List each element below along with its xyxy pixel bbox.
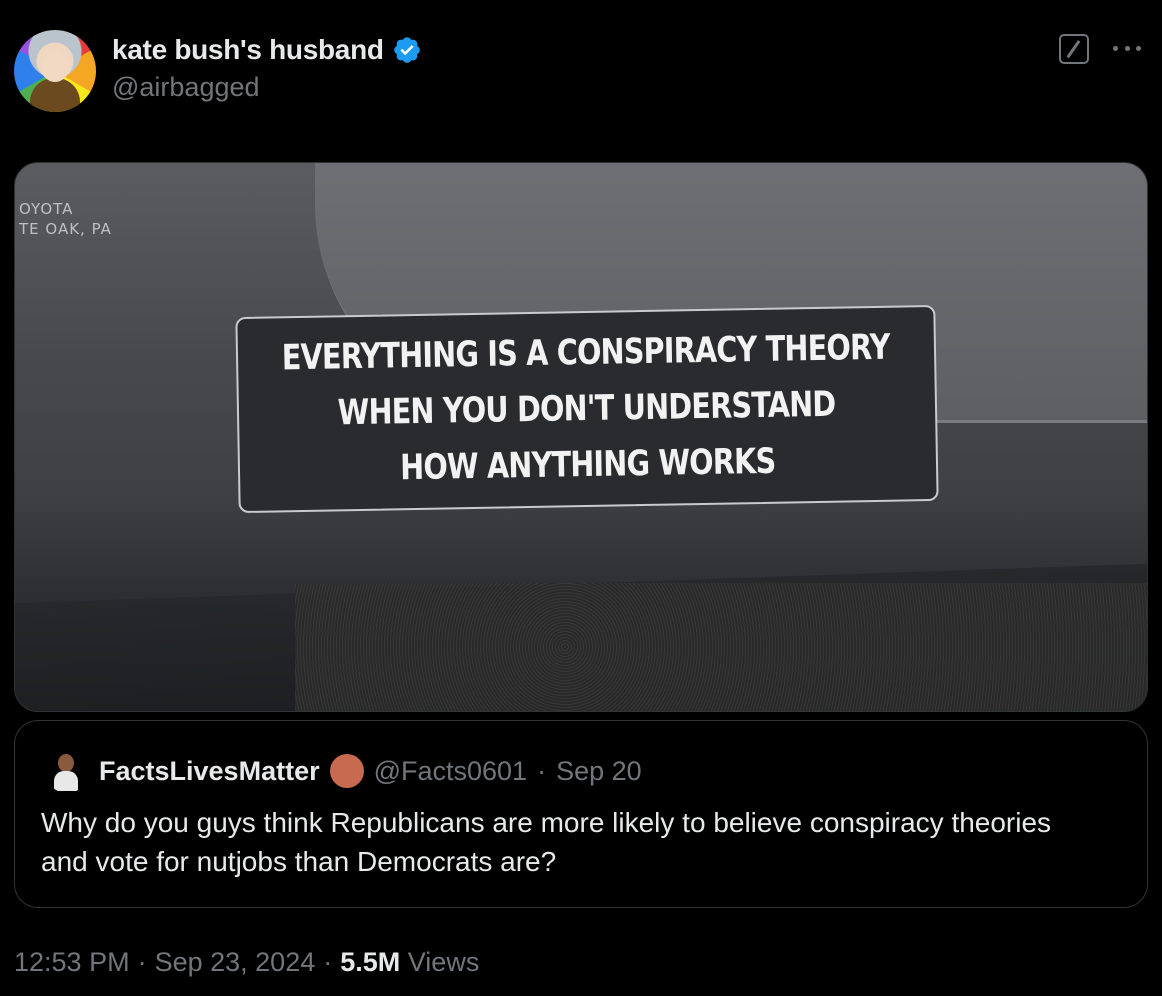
author-display-name[interactable]: kate bush's husband bbox=[112, 34, 384, 66]
quoted-separator: · bbox=[537, 755, 547, 786]
dealer-plate-text: OYOTA TE OAK, PA bbox=[19, 199, 112, 239]
grok-icon[interactable] bbox=[1059, 34, 1089, 64]
views-count: 5.5M bbox=[340, 946, 401, 977]
more-dot bbox=[1113, 45, 1118, 51]
quoted-author-avatar bbox=[45, 749, 89, 793]
quoted-post-header: FactsLivesMatter @Facts0601 · Sep 20 bbox=[45, 749, 642, 793]
quoted-author-handle: @Facts0601 bbox=[373, 755, 528, 786]
more-icon[interactable] bbox=[1109, 36, 1145, 60]
views-label: Views bbox=[407, 946, 480, 977]
more-dot bbox=[1124, 45, 1130, 51]
post-meta: 12:53 PM · Sep 23, 2024 · 5.5M Views bbox=[14, 942, 479, 982]
meta-separator: · bbox=[137, 946, 147, 977]
post-media-image[interactable]: OYOTA TE OAK, PA EVERYTHING IS A CONSPIR… bbox=[14, 162, 1148, 712]
avatar-face bbox=[41, 52, 69, 82]
sticker-line: WHEN YOU DON'T UNDERSTAND bbox=[337, 384, 837, 434]
verified-badge-icon bbox=[393, 37, 420, 63]
post-time[interactable]: 12:53 PM bbox=[14, 947, 130, 978]
views: 5.5M Views bbox=[340, 947, 479, 978]
post-date[interactable]: Sep 23, 2024 bbox=[155, 947, 316, 978]
author-avatar[interactable] bbox=[14, 30, 96, 112]
more-dot bbox=[1136, 45, 1141, 51]
meta-separator: · bbox=[323, 946, 333, 977]
avatar-body bbox=[30, 78, 80, 112]
dealer-plate-line: TE OAK, PA bbox=[19, 220, 112, 238]
quoted-author-name: FactsLivesMatter bbox=[99, 755, 320, 786]
author-handle[interactable]: @airbagged bbox=[112, 72, 260, 103]
quoted-post-date: Sep 20 bbox=[556, 755, 642, 786]
dealer-plate-line: OYOTA bbox=[19, 200, 74, 218]
quoted-post[interactable]: FactsLivesMatter @Facts0601 · Sep 20 Why… bbox=[14, 720, 1148, 908]
bumper-sticker: EVERYTHING IS A CONSPIRACY THEORY WHEN Y… bbox=[235, 304, 939, 514]
author-name-row: kate bush's husband bbox=[112, 32, 422, 68]
post-header: kate bush's husband @airbagged bbox=[14, 28, 1148, 112]
ground-texture bbox=[295, 583, 1147, 711]
sticker-line: HOW ANYTHING WORKS bbox=[400, 441, 776, 489]
quoted-post-text: Why do you guys think Republicans are mo… bbox=[41, 807, 1052, 877]
quoted-author-badge-icon bbox=[329, 754, 364, 788]
